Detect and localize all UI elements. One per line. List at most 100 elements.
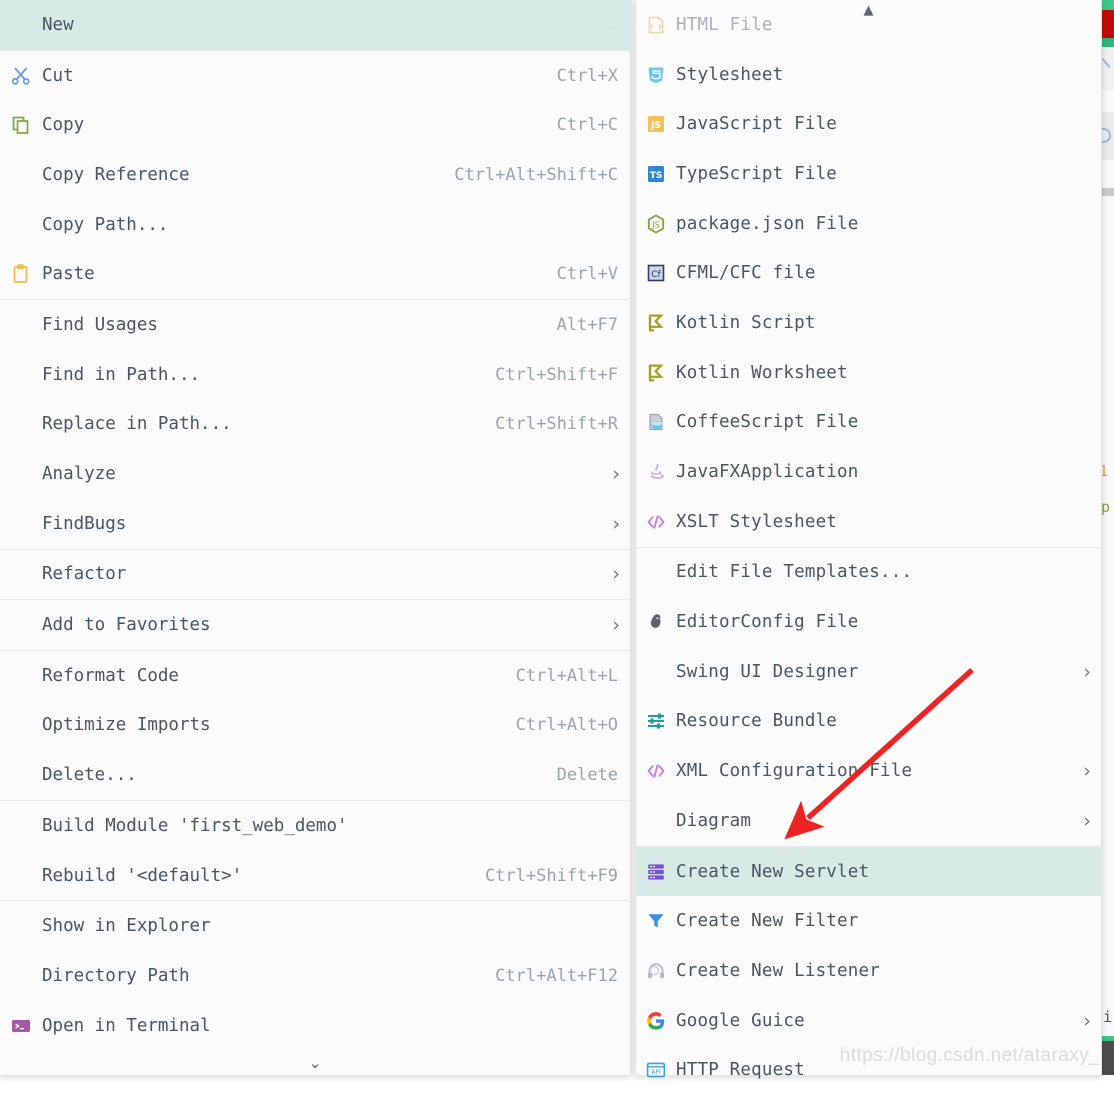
no-icon: [644, 661, 668, 683]
context-menu-item-find-in-path[interactable]: Find in Path... Ctrl+Shift+F: [0, 350, 630, 400]
no-icon: [8, 865, 34, 887]
chevron-right-icon: ›: [612, 463, 620, 486]
copy-icon: [8, 114, 34, 136]
new-submenu-item-package-json-file[interactable]: JS package.json File: [636, 199, 1101, 249]
scroll-down-indicator[interactable]: ⌄: [0, 1053, 630, 1073]
context-menu-item-delete[interactable]: Delete... Delete: [0, 750, 630, 800]
context-menu-item-refactor[interactable]: Refactor ›: [0, 550, 630, 600]
servlet-icon: [644, 861, 668, 883]
menu-item-label: XSLT Stylesheet: [676, 511, 838, 532]
scissors-icon: [8, 65, 34, 87]
menu-item-shortcut: Ctrl+X: [556, 65, 618, 86]
new-submenu[interactable]: HTML File Stylesheet JS JavaScript File T…: [635, 0, 1102, 1080]
context-menu-item-copy[interactable]: Copy Ctrl+C: [0, 100, 630, 150]
new-submenu-item-diagram[interactable]: Diagram ›: [636, 796, 1101, 846]
new-submenu-item-xml-configuration-file[interactable]: XML Configuration File ›: [636, 746, 1101, 796]
menu-item-label: Stylesheet: [676, 64, 784, 85]
context-menu-item-rebuild-default[interactable]: Rebuild '<default>' Ctrl+Shift+F9: [0, 851, 630, 901]
chevron-right-icon: ›: [1083, 809, 1091, 832]
context-menu-item-cut[interactable]: Cut Ctrl+X: [0, 51, 630, 101]
context-menu-item-show-in-explorer[interactable]: Show in Explorer: [0, 901, 630, 951]
no-icon: [8, 364, 34, 386]
context-menu-item-reformat-code[interactable]: Reformat Code Ctrl+Alt+L: [0, 651, 630, 701]
no-icon: [8, 665, 34, 687]
menu-item-label: Rebuild '<default>': [42, 865, 243, 886]
menu-item-label: Show in Explorer: [42, 916, 211, 937]
svg-text:Cf: Cf: [651, 270, 661, 280]
context-menu-item-optimize-imports[interactable]: Optimize Imports Ctrl+Alt+O: [0, 701, 630, 751]
new-submenu-item-cfml-cfc-file[interactable]: Cf CFML/CFC file: [636, 248, 1101, 298]
menu-item-label: Find Usages: [42, 314, 158, 335]
menu-item-label: Delete...: [42, 765, 137, 786]
menu-item-label: package.json File: [676, 213, 859, 234]
menu-item-label: Refactor: [42, 564, 127, 585]
menu-item-label: FindBugs: [42, 513, 127, 534]
new-submenu-item-xslt-stylesheet[interactable]: XSLT Stylesheet: [636, 497, 1101, 547]
new-submenu-item-google-guice[interactable]: Google Guice ›: [636, 996, 1101, 1046]
menu-item-label: Google Guice: [676, 1010, 805, 1031]
terminal-icon: [8, 1015, 34, 1037]
context-menu-item-open-in-terminal[interactable]: Open in Terminal: [0, 1001, 630, 1051]
menu-item-shortcut: Ctrl+V: [556, 264, 618, 285]
new-submenu-item-resource-bundle[interactable]: Resource Bundle: [636, 697, 1101, 747]
context-menu-item-build-module-first-web-demo[interactable]: Build Module 'first_web_demo': [0, 801, 630, 851]
listener-icon: [644, 960, 668, 982]
new-submenu-item-create-new-listener[interactable]: Create New Listener: [636, 946, 1101, 996]
menu-item-label: Kotlin Script: [676, 312, 816, 333]
new-submenu-item-javafxapplication[interactable]: JavaFXApplication: [636, 447, 1101, 497]
menu-item-label: Swing UI Designer: [676, 661, 859, 682]
context-menu-item-find-usages[interactable]: Find Usages Alt+F7: [0, 300, 630, 350]
no-icon: [8, 214, 34, 236]
js-file-icon: JS: [644, 113, 668, 135]
new-submenu-item-kotlin-script[interactable]: Kotlin Script: [636, 298, 1101, 348]
no-icon: [644, 561, 668, 583]
menu-item-label: Find in Path...: [42, 364, 201, 385]
chevron-right-icon: ›: [612, 614, 620, 637]
menu-item-shortcut: Ctrl+C: [556, 115, 618, 136]
context-menu-item-new[interactable]: New ›: [0, 0, 630, 50]
menu-item-label: Replace in Path...: [42, 414, 232, 435]
context-menu-item-findbugs[interactable]: FindBugs ›: [0, 499, 630, 549]
context-menu-item-copy-reference[interactable]: Copy Reference Ctrl+Alt+Shift+C: [0, 150, 630, 200]
new-submenu-item-editorconfig-file[interactable]: EditorConfig File: [636, 597, 1101, 647]
menu-item-label: Build Module 'first_web_demo': [42, 815, 348, 836]
svg-text:JS: JS: [651, 220, 659, 229]
menu-item-shortcut: Alt+F7: [556, 314, 618, 335]
menu-item-label: Kotlin Worksheet: [676, 362, 848, 383]
css-file-icon: [644, 64, 668, 86]
new-submenu-item-create-new-servlet[interactable]: Create New Servlet: [636, 846, 1101, 897]
context-menu-item-copy-path[interactable]: Copy Path...: [0, 200, 630, 250]
svg-text:JS: JS: [650, 121, 661, 131]
svg-text:API: API: [651, 1069, 661, 1076]
menu-item-label: Copy: [42, 115, 85, 136]
new-submenu-item-kotlin-worksheet[interactable]: Kotlin Worksheet: [636, 348, 1101, 398]
new-submenu-item-edit-file-templates[interactable]: Edit File Templates...: [636, 548, 1101, 598]
menu-item-shortcut: Delete: [556, 765, 618, 786]
menu-item-label: Copy Reference: [42, 164, 190, 185]
context-menu-item-paste[interactable]: Paste Ctrl+V: [0, 249, 630, 299]
editorconfig-icon: [644, 611, 668, 633]
no-icon: [8, 965, 34, 987]
new-submenu-item-stylesheet[interactable]: Stylesheet: [636, 50, 1101, 100]
chevron-right-icon: ›: [612, 563, 620, 586]
new-submenu-item-swing-ui-designer[interactable]: Swing UI Designer ›: [636, 647, 1101, 697]
new-submenu-item-typescript-file[interactable]: TS TypeScript File: [636, 149, 1101, 199]
context-menu-item-directory-path[interactable]: Directory Path Ctrl+Alt+F12: [0, 951, 630, 1001]
no-icon: [8, 764, 34, 786]
menu-item-label: JavaFXApplication: [676, 462, 859, 483]
menu-item-label: Analyze: [42, 464, 116, 485]
java-icon: [644, 461, 668, 483]
new-submenu-item-coffeescript-file[interactable]: CoffeeScript File: [636, 398, 1101, 448]
new-submenu-item-create-new-filter[interactable]: Create New Filter: [636, 896, 1101, 946]
context-menu-item-analyze[interactable]: Analyze ›: [0, 449, 630, 499]
context-menu-item-add-to-favorites[interactable]: Add to Favorites ›: [0, 600, 630, 650]
new-submenu-item-javascript-file[interactable]: JS JavaScript File: [636, 99, 1101, 149]
context-menu-item-replace-in-path[interactable]: Replace in Path... Ctrl+Shift+R: [0, 400, 630, 450]
new-submenu-item-html-file[interactable]: HTML File: [636, 0, 1101, 50]
menu-item-shortcut: Ctrl+Shift+F9: [484, 865, 618, 886]
menu-item-label: Open in Terminal: [42, 1015, 211, 1036]
menu-item-label: CFML/CFC file: [676, 263, 816, 284]
project-context-menu[interactable]: New › Cut Ctrl+X Copy Ctrl+C Copy Reference C…: [0, 0, 631, 1076]
menu-item-label: Reformat Code: [42, 665, 179, 686]
background-code-fragment: p: [1100, 498, 1110, 516]
